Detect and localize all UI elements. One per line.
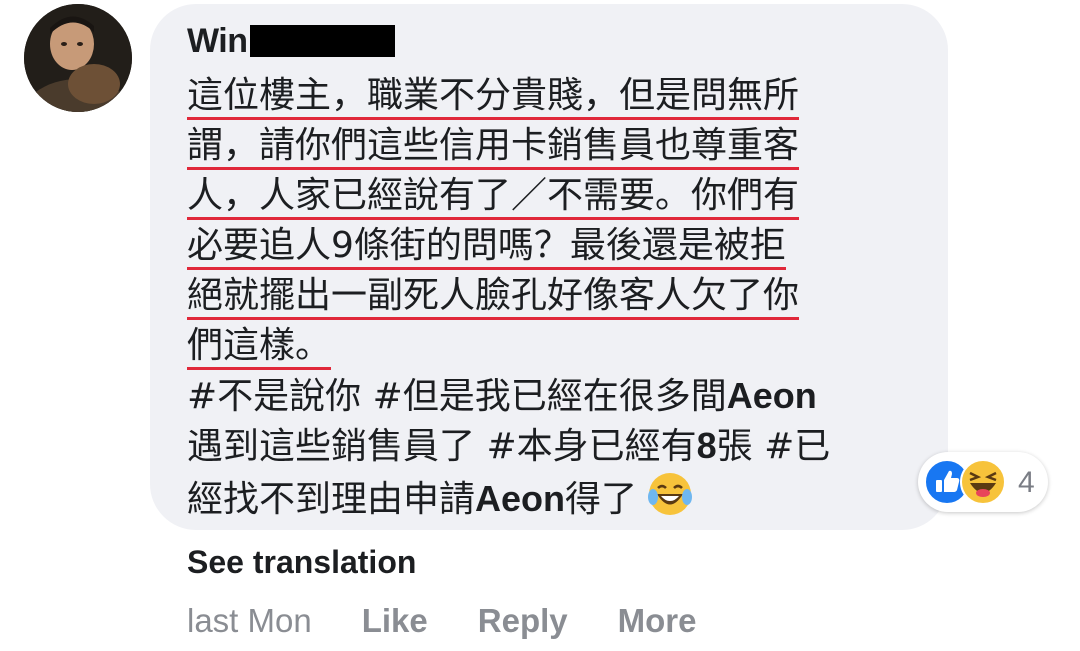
comment-line: 絕就擺出一副死人臉孔好像客人欠了你 xyxy=(187,272,917,322)
haha-reaction-icon xyxy=(960,459,1006,509)
hashtag-text[interactable]: 經找不到理由申請 xyxy=(187,479,475,520)
hashtag-text[interactable]: #不是說你 #但是我已經在很多間 xyxy=(187,376,727,417)
reply-button[interactable]: Reply xyxy=(478,602,568,640)
underlined-text: 這位樓主，職業不分貴賤，但是問無所 xyxy=(187,74,800,120)
underlined-text: 謂，請你們這些信用卡銷售員也尊重客 xyxy=(187,124,800,170)
see-translation-link[interactable]: See translation xyxy=(187,544,416,581)
redaction-bar xyxy=(249,25,395,57)
comment-actions: last Mon Like Reply More xyxy=(187,598,746,644)
comment-line: 必要追人9條街的問嗎？最後還是被拒 xyxy=(187,222,917,272)
brand-text: Aeon xyxy=(475,478,566,519)
laughing-tears-emoji-icon xyxy=(647,471,693,531)
comment-text-end: 得了 xyxy=(565,479,638,520)
number-text: 8 xyxy=(696,424,717,466)
brand-text: Aeon xyxy=(726,375,817,416)
reactions-summary[interactable]: 4 xyxy=(918,452,1048,512)
reaction-count: 4 xyxy=(1018,466,1035,499)
hashtag-line: 遇到這些銷售員了 #本身已經有8張 #已 xyxy=(187,422,917,472)
hashtag-text[interactable]: 張 #已 xyxy=(717,426,831,467)
comment-line: 人，人家已經說有了／不需要。你們有 xyxy=(187,172,917,222)
comment-author[interactable]: Win xyxy=(187,20,395,62)
more-button[interactable]: More xyxy=(618,602,697,640)
hashtag-line: 經找不到理由申請Aeon得了 xyxy=(187,471,917,531)
comment-text: 這位樓主，職業不分貴賤，但是問無所 謂，請你們這些信用卡銷售員也尊重客 人，人家… xyxy=(187,72,917,531)
comment-line: 們這樣。 xyxy=(187,322,917,372)
underlined-text: 們這樣。 xyxy=(187,324,332,370)
underlined-text: 必要追人9條街的問嗎？最後還是被拒 xyxy=(187,224,786,270)
comment-line: 謂，請你們這些信用卡銷售員也尊重客 xyxy=(187,122,917,172)
author-avatar[interactable] xyxy=(24,4,132,112)
underlined-text: 絕就擺出一副死人臉孔好像客人欠了你 xyxy=(187,274,800,320)
comment-line: 這位樓主，職業不分貴賤，但是問無所 xyxy=(187,72,917,122)
comment-timestamp[interactable]: last Mon xyxy=(187,602,312,640)
author-name[interactable]: Win xyxy=(187,22,248,61)
like-button[interactable]: Like xyxy=(362,602,428,640)
hashtag-text[interactable]: 遇到這些銷售員了 #本身已經有 xyxy=(187,426,697,467)
hashtag-line: #不是說你 #但是我已經在很多間Aeon xyxy=(187,372,917,422)
avatar-photo xyxy=(24,4,132,112)
underlined-text: 人，人家已經說有了／不需要。你們有 xyxy=(187,174,800,220)
